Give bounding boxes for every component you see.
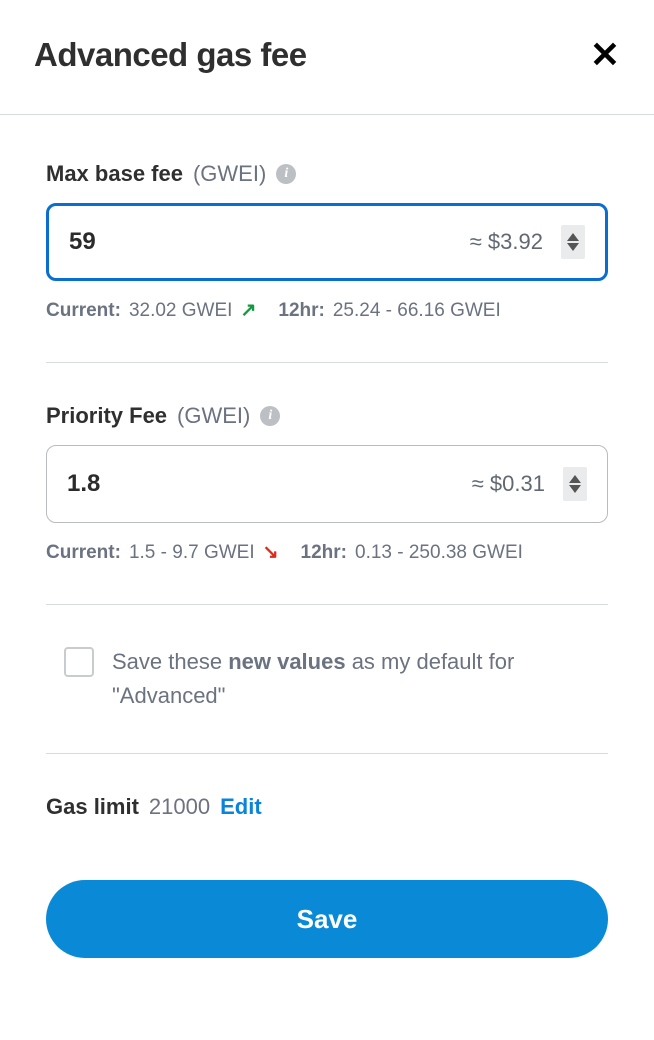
max-base-fee-label: Max base fee (46, 161, 183, 187)
section-divider (46, 753, 608, 754)
current-value: 32.02 GWEI (129, 300, 233, 322)
info-icon[interactable]: i (276, 164, 296, 184)
max-base-fee-section: Max base fee (GWEI) i ≈ $3.92 Current: 3… (46, 161, 608, 322)
max-base-fee-approx: ≈ $3.92 (470, 229, 543, 255)
current-value: 1.5 - 9.7 GWEI (129, 542, 255, 564)
priority-fee-input-wrap[interactable]: ≈ $0.31 (46, 445, 608, 523)
priority-fee-label-row: Priority Fee (GWEI) i (46, 403, 608, 429)
save-default-bold: new values (228, 649, 345, 674)
gas-limit-value: 21000 (149, 794, 210, 820)
section-divider (46, 604, 608, 605)
max-base-fee-input[interactable] (69, 228, 470, 256)
twelve-hr-label: 12hr: (278, 300, 324, 322)
max-base-fee-unit: (GWEI) (193, 161, 266, 187)
priority-fee-unit: (GWEI) (177, 403, 250, 429)
close-icon[interactable]: ✕ (590, 37, 620, 73)
advanced-gas-fee-modal: Advanced gas fee ✕ Max base fee (GWEI) i… (0, 0, 654, 1040)
trend-down-icon: ↘ (263, 541, 279, 564)
modal-content: Max base fee (GWEI) i ≈ $3.92 Current: 3… (0, 115, 654, 958)
priority-fee-stepper[interactable] (563, 467, 587, 501)
max-base-fee-label-row: Max base fee (GWEI) i (46, 161, 608, 187)
chevron-down-icon[interactable] (567, 243, 579, 251)
save-button[interactable]: Save (46, 880, 608, 958)
trend-up-icon: ↗ (240, 299, 256, 322)
gas-limit-row: Gas limit 21000 Edit (46, 794, 608, 820)
chevron-down-icon[interactable] (569, 485, 581, 493)
max-base-fee-input-wrap[interactable]: ≈ $3.92 (46, 203, 608, 281)
save-default-checkbox[interactable] (64, 647, 94, 677)
twelve-hr-value: 25.24 - 66.16 GWEI (333, 300, 501, 322)
twelve-hr-value: 0.13 - 250.38 GWEI (355, 542, 523, 564)
modal-header: Advanced gas fee ✕ (0, 0, 654, 114)
priority-fee-section: Priority Fee (GWEI) i ≈ $0.31 Current: 1… (46, 403, 608, 564)
max-base-fee-stats: Current: 32.02 GWEI ↗ 12hr: 25.24 - 66.1… (46, 299, 608, 322)
save-default-row: Save these new values as my default for … (46, 645, 608, 713)
current-label: Current: (46, 300, 121, 322)
priority-fee-input[interactable] (67, 470, 472, 498)
twelve-hr-label: 12hr: (301, 542, 347, 564)
chevron-up-icon[interactable] (569, 475, 581, 483)
priority-fee-label: Priority Fee (46, 403, 167, 429)
section-divider (46, 362, 608, 363)
chevron-up-icon[interactable] (567, 233, 579, 241)
info-icon[interactable]: i (260, 406, 280, 426)
modal-title: Advanced gas fee (34, 36, 307, 74)
priority-fee-approx: ≈ $0.31 (472, 471, 545, 497)
current-label: Current: (46, 542, 121, 564)
max-base-fee-stepper[interactable] (561, 225, 585, 259)
gas-limit-edit-link[interactable]: Edit (220, 794, 262, 820)
save-default-prefix: Save these (112, 649, 228, 674)
priority-fee-stats: Current: 1.5 - 9.7 GWEI ↘ 12hr: 0.13 - 2… (46, 541, 608, 564)
gas-limit-label: Gas limit (46, 794, 139, 820)
save-default-label: Save these new values as my default for … (112, 645, 590, 713)
